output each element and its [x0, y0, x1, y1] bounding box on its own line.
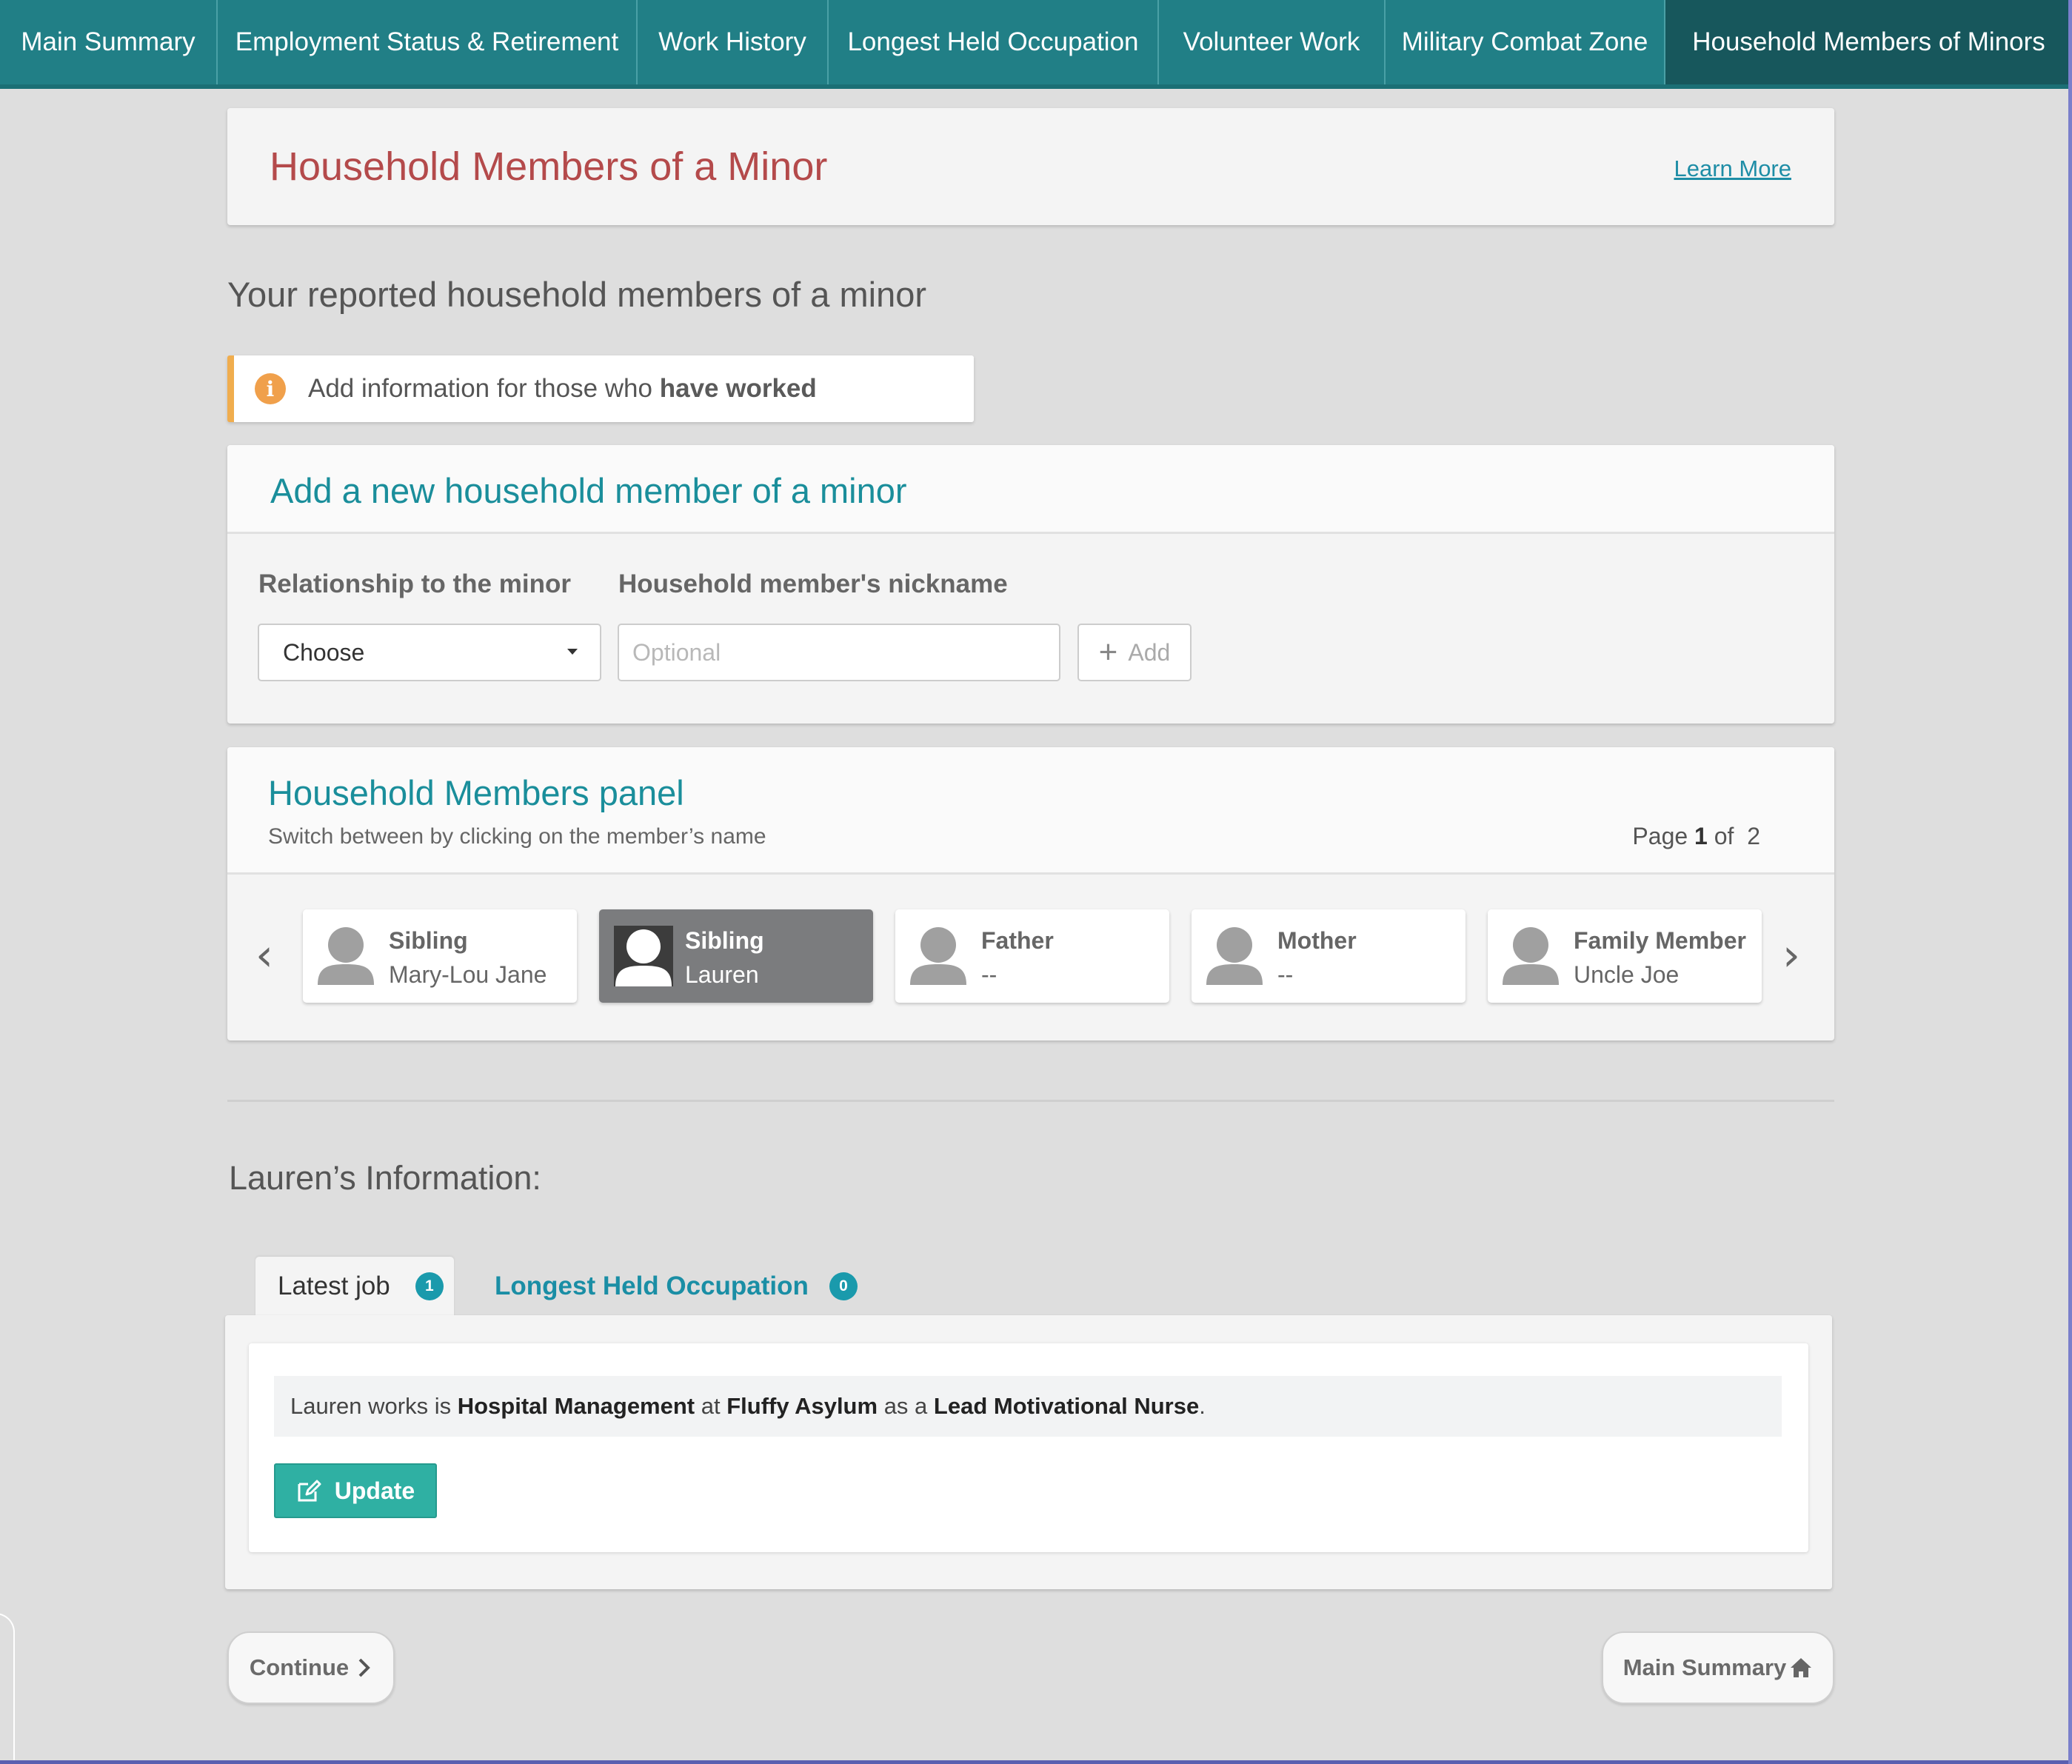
- nav-tab-work-history[interactable]: Work History: [638, 0, 829, 84]
- count-badge: 1: [415, 1272, 444, 1300]
- relationship-select[interactable]: Choose: [258, 624, 601, 681]
- plus-icon: +: [1098, 634, 1118, 670]
- nav-tab-military-combat-zone[interactable]: Military Combat Zone: [1386, 0, 1665, 84]
- chevron-right-icon: [358, 1658, 370, 1677]
- top-nav: Main Summary Employment Status & Retirem…: [0, 0, 2072, 89]
- person-icon: [614, 926, 673, 986]
- nav-tab-volunteer-work[interactable]: Volunteer Work: [1159, 0, 1386, 84]
- pagination-label: Page 1 of 2: [1632, 823, 1760, 849]
- tab-latest-job[interactable]: Latest job 1: [255, 1257, 454, 1316]
- right-border: [2068, 0, 2072, 1764]
- relationship-label: Relationship to the minor: [258, 569, 571, 598]
- member-card-sibling-mary-lou-jane[interactable]: Sibling Mary-Lou Jane: [303, 909, 577, 1003]
- notice-text: Add information for those who have worke…: [308, 374, 817, 403]
- learn-more-link[interactable]: Learn More: [1674, 156, 1791, 182]
- add-button[interactable]: + Add: [1077, 624, 1192, 681]
- continue-button-label: Continue: [249, 1654, 350, 1680]
- update-button[interactable]: Update: [274, 1463, 437, 1518]
- info-icon: i: [255, 373, 286, 404]
- page-title: Household Members of a Minor: [270, 144, 828, 189]
- section-divider: [227, 1100, 1834, 1102]
- nickname-label: Household member's nickname: [618, 569, 1008, 598]
- latest-job-panel: Lauren works is Hospital Management at F…: [225, 1315, 1832, 1589]
- section-subtitle: Your reported household members of a min…: [227, 275, 927, 314]
- add-member-card: Add a new household member of a minor Re…: [227, 445, 1834, 724]
- main-summary-button[interactable]: Main Summary: [1602, 1631, 1834, 1704]
- add-button-label: Add: [1128, 638, 1171, 666]
- person-icon: [318, 927, 374, 985]
- job-summary: Lauren works is Hospital Management at F…: [274, 1376, 1782, 1437]
- edit-icon: [298, 1480, 321, 1502]
- members-panel-header: Household Members panel Switch between b…: [227, 747, 1834, 875]
- title-card: Household Members of a Minor Learn More: [227, 108, 1834, 225]
- tab-longest-held-occupation[interactable]: Longest Held Occupation 0: [495, 1257, 858, 1316]
- nav-tab-longest-held-occupation[interactable]: Longest Held Occupation: [829, 0, 1159, 84]
- window-edge: [0, 1613, 15, 1764]
- member-card-father[interactable]: Father --: [895, 909, 1169, 1003]
- tab-latest-job-label: Latest job: [278, 1272, 390, 1300]
- next-page-arrow-icon[interactable]: ›: [1782, 929, 1800, 981]
- member-nickname: --: [1277, 961, 1294, 988]
- bottom-border: [0, 1760, 2072, 1764]
- member-card-family-member-uncle-joe[interactable]: Family Member Uncle Joe: [1488, 909, 1762, 1003]
- member-card-mother[interactable]: Mother --: [1192, 909, 1466, 1003]
- member-nickname: Lauren: [685, 961, 759, 988]
- members-panel-title: Household Members panel: [268, 773, 684, 812]
- member-nickname: Mary-Lou Jane: [389, 961, 547, 988]
- prev-page-arrow-icon[interactable]: ‹: [255, 929, 273, 981]
- person-icon: [1503, 927, 1559, 985]
- count-badge: 0: [829, 1272, 858, 1300]
- continue-button[interactable]: Continue: [227, 1631, 395, 1704]
- member-role: Sibling: [685, 927, 764, 954]
- member-role: Sibling: [389, 927, 468, 954]
- nav-tab-household-members[interactable]: Household Members of Minors: [1665, 0, 2072, 84]
- nav-tab-main-summary[interactable]: Main Summary: [0, 0, 218, 84]
- main-summary-button-label: Main Summary: [1622, 1654, 1787, 1680]
- member-info-heading: Lauren’s Information:: [229, 1159, 541, 1197]
- member-nickname: Uncle Joe: [1574, 961, 1680, 988]
- add-member-header: Add a new household member of a minor: [227, 445, 1834, 534]
- members-panel: Household Members panel Switch between b…: [227, 747, 1834, 1040]
- member-nickname: --: [981, 961, 997, 988]
- home-icon: [1791, 1658, 1812, 1677]
- caret-down-icon: [567, 649, 578, 655]
- member-role: Mother: [1277, 927, 1357, 954]
- relationship-select-value: Choose: [283, 638, 365, 666]
- person-icon: [1206, 927, 1263, 985]
- notice-box: i Add information for those who have wor…: [227, 355, 974, 422]
- nav-tab-employment-status[interactable]: Employment Status & Retirement: [218, 0, 638, 84]
- add-member-title: Add a new household member of a minor: [270, 471, 907, 510]
- person-icon: [910, 927, 966, 985]
- member-role: Family Member: [1574, 927, 1746, 954]
- nickname-input[interactable]: [618, 624, 1060, 681]
- members-panel-subtitle: Switch between by clicking on the member…: [268, 824, 766, 849]
- latest-job-card: Lauren works is Hospital Management at F…: [249, 1343, 1808, 1552]
- update-button-label: Update: [334, 1477, 415, 1504]
- member-role: Father: [981, 927, 1054, 954]
- tab-longest-held-occupation-label: Longest Held Occupation: [495, 1272, 809, 1300]
- member-card-sibling-lauren[interactable]: Sibling Lauren: [599, 909, 873, 1003]
